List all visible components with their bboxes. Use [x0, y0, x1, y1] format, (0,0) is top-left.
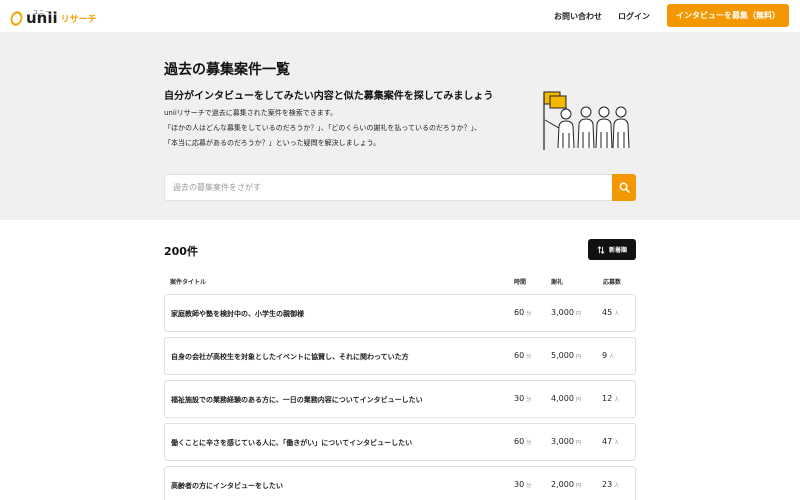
hero-desc-line: uniiリサーチで過去に募集された案件を検索できます。: [164, 109, 338, 117]
time-unit: 分: [526, 483, 532, 489]
time-value: 60: [514, 437, 525, 446]
time-unit: 分: [526, 397, 532, 403]
table-row[interactable]: 働くことに辛さを感じている人に、「働きがい」についてインタビューしたい 60 分 …: [164, 423, 636, 461]
row-applicants: 9人: [602, 351, 614, 360]
logo-sub: リサーチ: [60, 15, 97, 25]
contact-link[interactable]: お問い合わせ: [554, 11, 602, 22]
hero-section: 過去の募集案件一覧 自分がインタビューをしてみたい内容と似た募集案件を探してみま…: [0, 32, 800, 220]
site-header: ユニー unii リサーチ お問い合わせ ログイン インタビューを募集（無料）: [0, 0, 800, 32]
column-header-applicants: 応募数: [603, 279, 622, 286]
logo[interactable]: ユニー unii リサーチ: [9, 6, 97, 29]
page-title: 過去の募集案件一覧: [164, 62, 290, 78]
row-applicants: 23 人: [602, 480, 619, 489]
sort-label: 新着順: [608, 247, 627, 254]
time-value: 60: [514, 351, 525, 360]
applicants-unit: 人: [614, 397, 620, 403]
row-reward: 3,000 円: [551, 437, 581, 446]
row-title: 働くことに辛さを感じている人に、「働きがい」についてインタビューしたい: [171, 439, 413, 447]
search-button[interactable]: [612, 174, 636, 201]
time-unit: 分: [526, 440, 532, 446]
reward-value: 2,000: [551, 480, 574, 489]
row-applicants: 47 人: [602, 437, 619, 446]
people-with-flag-illustration: [543, 91, 630, 150]
applicants-value: 45: [602, 308, 613, 317]
sort-icon: [597, 245, 605, 254]
reward-value: 3,000: [551, 308, 574, 317]
row-title: 福祉施設での業務経験のある方に、一日の業務内容についてインタビューしたい: [171, 396, 423, 404]
applicants-unit: 人: [614, 440, 620, 446]
row-time: 30 分: [514, 480, 531, 489]
sort-button[interactable]: 新着順: [588, 239, 636, 260]
row-title: 家庭教師や塾を検討中の、小学生の親御様: [171, 310, 304, 318]
applicants-value: 47: [602, 437, 613, 446]
row-reward: 2,000 円: [551, 480, 581, 489]
applicants-value: 23: [602, 480, 613, 489]
time-unit: 分: [526, 311, 532, 317]
table-row[interactable]: 家庭教師や塾を検討中の、小学生の親御様 60 分 3,000 円 45 人: [164, 294, 636, 332]
login-link[interactable]: ログイン: [618, 11, 650, 22]
reward-unit: 円: [575, 397, 581, 403]
column-header-reward: 謝礼: [551, 279, 564, 286]
row-time: 60 分: [514, 437, 531, 446]
time-unit: 分: [526, 354, 532, 360]
time-value: 30: [514, 480, 525, 489]
row-time: 60 分: [514, 351, 531, 360]
column-header-title: 案件タイトル: [170, 279, 207, 286]
table-row[interactable]: 自身の会社が高校生を対象としたイベントに協賛し、それに関わっていた方 60 分 5…: [164, 337, 636, 375]
reward-value: 5,000: [551, 351, 574, 360]
search-input[interactable]: [164, 174, 612, 201]
row-title: 自身の会社が高校生を対象としたイベントに協賛し、それに関わっていた方: [171, 353, 409, 361]
row-applicants: 12 人: [602, 394, 619, 403]
applicants-unit: 人: [614, 311, 620, 317]
reward-unit: 円: [575, 483, 581, 489]
hero-desc-line: 「本当に応募があるのだろうか？」といった疑問を解決しましょう。: [164, 139, 381, 147]
hero-lead: 自分がインタビューをしてみたい内容と似た募集案件を探してみましょう: [164, 91, 494, 102]
row-time: 30 分: [514, 394, 531, 403]
table-row[interactable]: 高齢者の方にインタビューをしたい 30 分 2,000 円 23 人: [164, 466, 636, 500]
time-value: 60: [514, 308, 525, 317]
reward-unit: 円: [575, 440, 581, 446]
row-reward: 4,000 円: [551, 394, 581, 403]
table-row[interactable]: 福祉施設での業務経験のある方に、一日の業務内容についてインタビューしたい 30 分…: [164, 380, 636, 418]
reward-unit: 円: [575, 311, 581, 317]
result-count: 200件: [164, 245, 198, 258]
row-reward: 5,000 円: [551, 351, 581, 360]
reward-value: 3,000: [551, 437, 574, 446]
reward-value: 4,000: [551, 394, 574, 403]
row-time: 60 分: [514, 308, 531, 317]
applicants-unit: 人: [614, 483, 620, 489]
reward-unit: 円: [575, 354, 581, 360]
logo-text: ユニー unii: [26, 10, 58, 26]
post-interview-button[interactable]: インタビューを募集（無料）: [667, 4, 789, 27]
applicants-value: 12: [602, 394, 613, 403]
row-title: 高齢者の方にインタビューをしたい: [171, 482, 283, 490]
column-header-time: 時間: [514, 279, 527, 286]
logo-ruby: ユニー: [33, 10, 52, 16]
row-applicants: 45 人: [602, 308, 619, 317]
search-icon: [619, 182, 630, 193]
applicants-value: 9: [602, 351, 608, 360]
row-reward: 3,000 円: [551, 308, 581, 317]
time-value: 30: [514, 394, 525, 403]
applicants-unit: 人: [609, 354, 615, 360]
hero-desc-line: 「ほかの人はどんな募集をしているのだろうか？」、「どのくらいの謝礼を払っているの…: [164, 124, 482, 132]
logo-mark-icon: [9, 8, 24, 29]
hero-description: uniiリサーチで過去に募集された案件を検索できます。 「ほかの人はどんな募集を…: [164, 106, 544, 151]
